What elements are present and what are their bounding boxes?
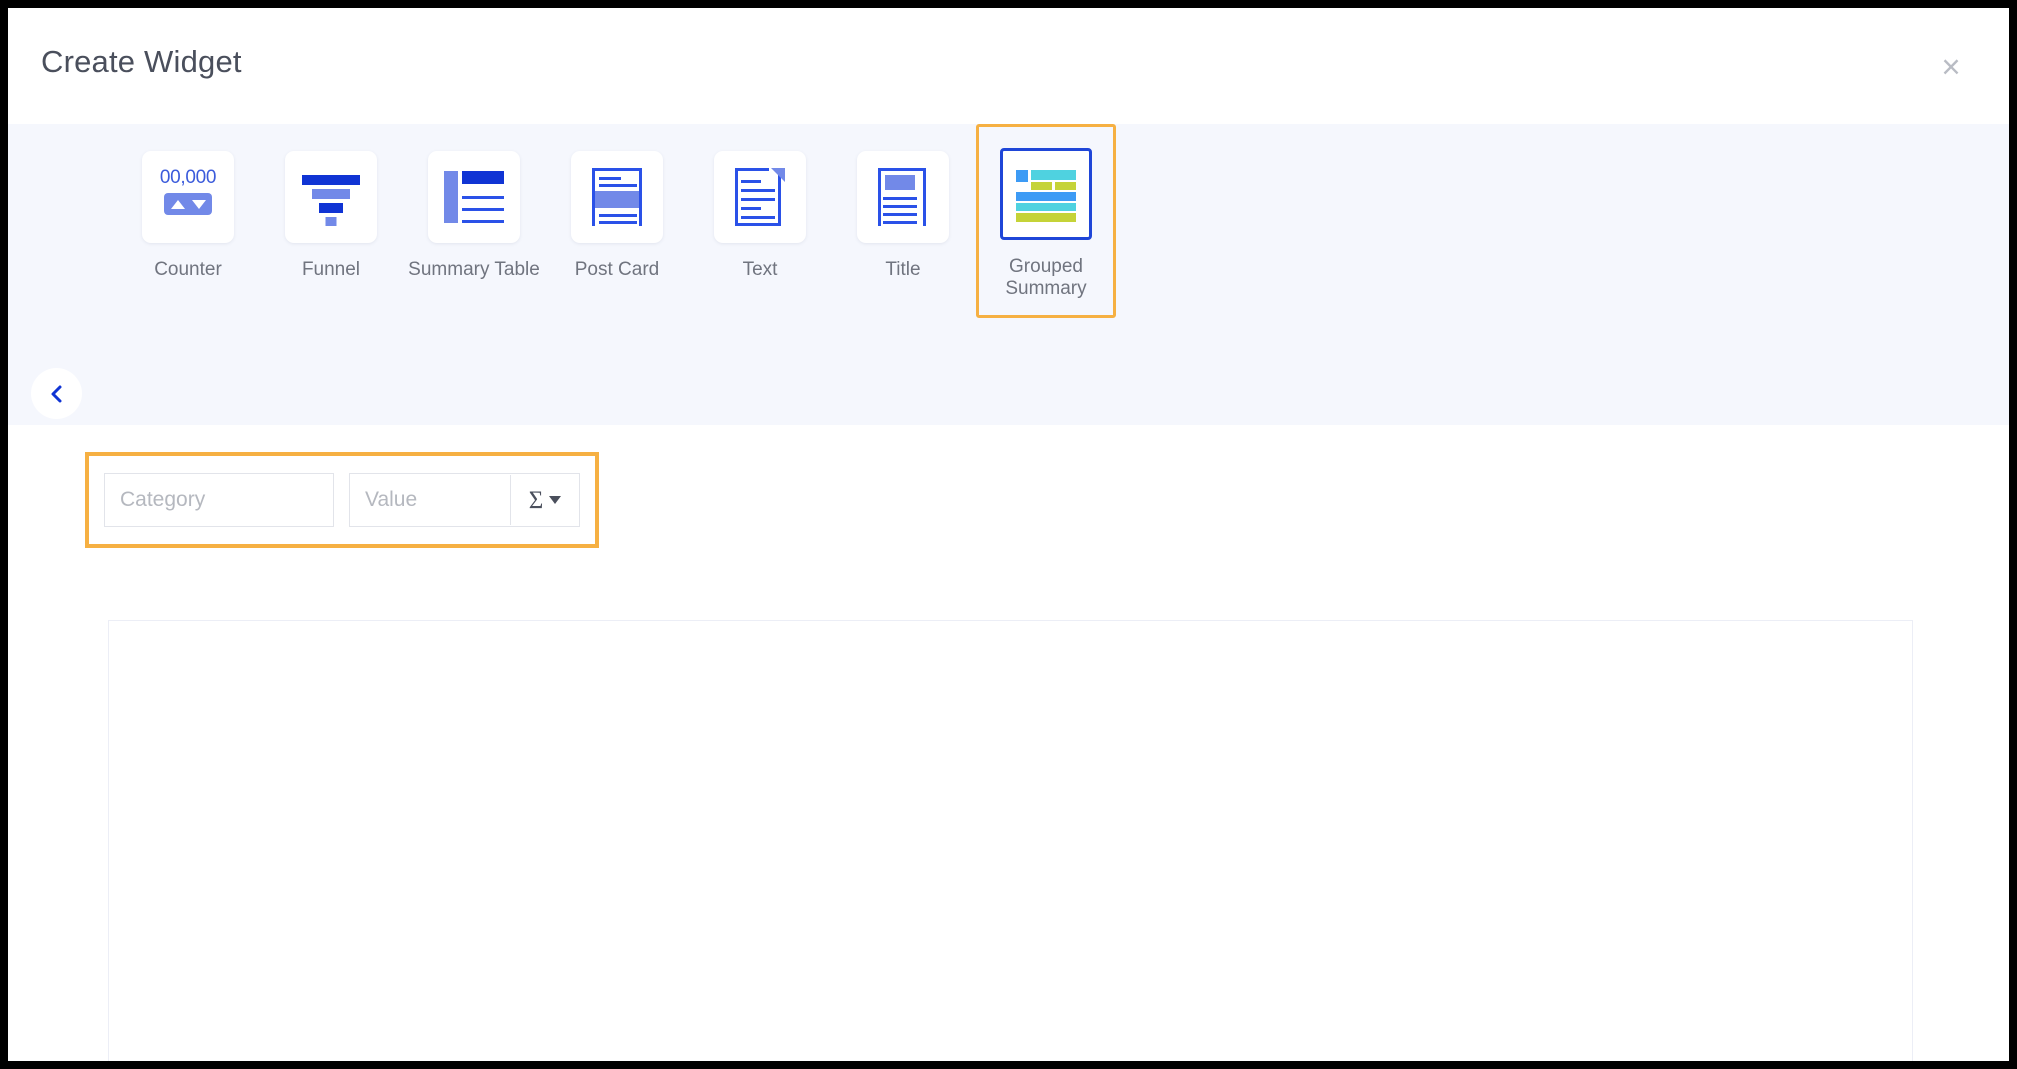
widget-type-label: Text: [742, 259, 778, 280]
grouped-summary-bar-yellow-3: [1016, 213, 1076, 222]
text-tile: [714, 151, 806, 243]
widget-type-title[interactable]: Title: [833, 124, 973, 284]
counter-icon: 00,000: [156, 167, 220, 227]
title-icon: [878, 168, 928, 226]
summary-table-sidebar: [444, 171, 458, 223]
counter-icon-number: 00,000: [159, 167, 217, 188]
text-icon-line: [741, 216, 775, 219]
widget-preview-area: [108, 620, 1913, 1061]
grouped-summary-bar-yellow-2: [1055, 182, 1076, 190]
aggregation-dropdown[interactable]: Σ: [511, 474, 579, 526]
widget-type-list: 00,000 Counter Funnel Summary Table Post…: [118, 124, 1119, 425]
post-card-icon: [592, 168, 642, 226]
value-field[interactable]: Σ: [349, 473, 580, 527]
funnel-bar-2: [312, 189, 350, 199]
page-title: Create Widget: [41, 44, 242, 79]
summary-table-line: [462, 196, 504, 199]
title-icon-heading-block: [885, 175, 915, 190]
funnel-icon: [301, 171, 361, 226]
text-icon-line: [741, 180, 761, 183]
grouped-summary-square: [1016, 170, 1028, 182]
text-icon-line: [741, 198, 775, 201]
title-tile: [857, 151, 949, 243]
summary-table-header: [462, 171, 504, 184]
category-field[interactable]: [104, 473, 334, 527]
text-icon-top-edge: [735, 168, 769, 171]
title-icon-line: [883, 213, 917, 216]
dialog-header: Create Widget ×: [8, 8, 2009, 124]
widget-type-funnel[interactable]: Funnel: [261, 124, 401, 284]
widget-type-label: Funnel: [301, 259, 361, 280]
text-icon-corner-fold: [771, 168, 785, 182]
post-card-image-band: [595, 191, 639, 208]
summary-table-grid: [462, 171, 504, 223]
create-widget-dialog: Create Widget × 00,000 Counter Funnel Su…: [8, 8, 2009, 1061]
grouped-summary-bar-yellow-1: [1031, 182, 1052, 190]
title-icon-line: [883, 205, 917, 208]
triangle-down-icon: [191, 199, 206, 209]
summary-table-line: [462, 208, 504, 211]
caret-down-icon: [549, 496, 562, 504]
funnel-tile: [285, 151, 377, 243]
text-icon-line: [741, 207, 761, 210]
post-card-line: [599, 184, 637, 187]
post-card-tile: [571, 151, 663, 243]
widget-type-label: Counter: [154, 259, 222, 280]
summary-table-tile: [428, 151, 520, 243]
funnel-bar-4: [325, 217, 337, 226]
counter-tile: 00,000: [142, 151, 234, 243]
grouped-summary-icon: [1016, 170, 1076, 222]
widget-type-label: Title: [885, 259, 921, 280]
widget-type-summary-table[interactable]: Summary Table: [404, 124, 544, 284]
text-icon-line: [741, 189, 775, 192]
widget-type-grouped-summary[interactable]: Grouped Summary: [976, 124, 1116, 318]
counter-icon-spinner: [164, 193, 212, 215]
chevron-left-icon[interactable]: [31, 368, 82, 419]
widget-type-post-card[interactable]: Post Card: [547, 124, 687, 284]
summary-table-icon: [444, 169, 504, 225]
post-card-line: [599, 177, 621, 180]
widget-type-label: Grouped Summary: [1005, 256, 1087, 299]
category-input[interactable]: [105, 474, 333, 526]
widget-type-text[interactable]: Text: [690, 124, 830, 284]
title-icon-line: [883, 197, 917, 200]
grouped-summary-bar-blue: [1016, 192, 1076, 201]
text-icon: [735, 168, 785, 226]
grouped-summary-bar-cyan-1: [1031, 170, 1076, 180]
grouped-summary-tile: [1000, 148, 1092, 240]
post-card-line: [599, 221, 637, 224]
sigma-icon: Σ: [528, 486, 544, 514]
widget-type-label: Post Card: [574, 259, 660, 280]
title-icon-line: [883, 221, 917, 224]
widget-type-counter[interactable]: 00,000 Counter: [118, 124, 258, 284]
funnel-bar-1: [302, 175, 360, 185]
funnel-bar-3: [319, 203, 343, 213]
close-icon[interactable]: ×: [1931, 46, 1971, 86]
value-input[interactable]: [350, 474, 510, 526]
summary-table-line: [462, 220, 504, 223]
post-card-line: [599, 214, 637, 217]
grouped-summary-bar-cyan-2: [1016, 203, 1076, 211]
widget-type-label: Summary Table: [408, 259, 540, 280]
widget-fields-group: Σ: [85, 452, 599, 548]
triangle-up-icon: [170, 199, 185, 209]
widget-type-band: 00,000 Counter Funnel Summary Table Post…: [8, 124, 2009, 425]
